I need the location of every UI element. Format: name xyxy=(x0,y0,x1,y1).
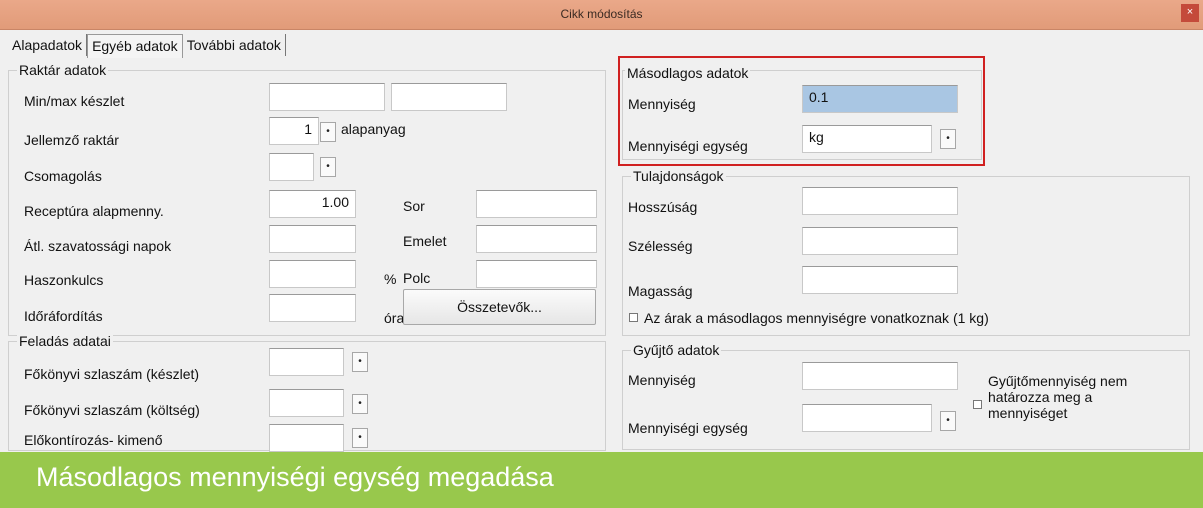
gyujto-egyseg-label: Mennyiségi egység xyxy=(628,420,748,436)
szelesseg-label: Szélesség xyxy=(628,238,693,254)
gyujto-mennyiseg-input[interactable] xyxy=(802,362,958,390)
feladas-group-label: Feladás adatai xyxy=(17,333,113,349)
receptura-label: Receptúra alapmenny. xyxy=(24,203,164,219)
csomagolas-dropdown-icon[interactable]: • xyxy=(320,157,336,177)
fokonyvi-keszlet-input[interactable] xyxy=(269,348,344,376)
magassag-label: Magasság xyxy=(628,283,693,299)
haszonkulcs-label: Haszonkulcs xyxy=(24,272,104,288)
gyujto-mennyiseg-label: Mennyiség xyxy=(628,372,696,388)
haszonkulcs-unit: % xyxy=(384,271,397,287)
emelet-input[interactable] xyxy=(476,225,597,253)
gyujto-group-label: Gyűjtő adatok xyxy=(631,342,722,358)
polc-label: Polc xyxy=(403,270,431,286)
tab-alapadatok[interactable]: Alapadatok xyxy=(8,34,88,56)
gyujto-egyseg-input[interactable] xyxy=(802,404,932,432)
idoraforditas-unit: óra xyxy=(384,310,405,326)
arak-masodlagos-label: Az árak a másodlagos mennyiségre vonatko… xyxy=(644,310,989,326)
polc-input[interactable] xyxy=(476,260,597,288)
jellemzo-raktar-input[interactable]: 1 xyxy=(269,117,319,145)
gyujto-egyseg-dropdown-icon[interactable]: • xyxy=(940,411,956,431)
tab-tovabbi-adatok[interactable]: További adatok xyxy=(183,34,286,56)
gyujto-mennyiseg-checkbox[interactable] xyxy=(973,400,982,409)
elokontirozas-input[interactable] xyxy=(269,424,344,452)
title-bar: Cikk módosítás × xyxy=(0,0,1203,30)
osszetevok-button[interactable]: Összetevők... xyxy=(403,289,596,325)
jellemzo-raktar-name: alapanyag xyxy=(341,121,406,137)
tab-bar: Alapadatok Egyéb adatok További adatok xyxy=(8,34,286,58)
hosszusag-label: Hosszúság xyxy=(628,199,698,215)
arak-masodlagos-checkbox[interactable] xyxy=(629,313,638,322)
close-icon[interactable]: × xyxy=(1181,4,1199,22)
elokontirozas-dropdown-icon[interactable]: • xyxy=(352,428,368,448)
fokonyvi-koltseg-dropdown-icon[interactable]: • xyxy=(352,394,368,414)
idoraforditas-input[interactable] xyxy=(269,294,356,322)
sor-label: Sor xyxy=(403,198,425,214)
atl-szavatossag-label: Átl. szavatossági napok xyxy=(24,238,172,254)
jellemzo-raktar-dropdown-icon[interactable]: • xyxy=(320,122,336,142)
receptura-input[interactable]: 1.00 xyxy=(269,190,356,218)
csomagolas-label: Csomagolás xyxy=(24,168,102,184)
window-title: Cikk módosítás xyxy=(560,7,643,21)
minmax-label: Min/max készlet xyxy=(24,93,125,109)
highlight-frame xyxy=(618,56,985,166)
raktar-group-label: Raktár adatok xyxy=(17,62,109,78)
gyujto-checkbox-label-3: mennyiséget xyxy=(988,405,1068,421)
magassag-input[interactable] xyxy=(802,266,958,294)
hosszusag-input[interactable] xyxy=(802,187,958,215)
elokontirozas-label: Előkontírozás- kimenő xyxy=(24,432,163,448)
min-keszlet-input[interactable] xyxy=(269,83,385,111)
caption-banner: Másodlagos mennyiségi egység megadása xyxy=(0,452,1203,508)
caption-text: Másodlagos mennyiségi egység megadása xyxy=(36,462,554,492)
sor-input[interactable] xyxy=(476,190,597,218)
idoraforditas-label: Időráfordítás xyxy=(24,308,103,324)
atl-szavatossag-input[interactable] xyxy=(269,225,356,253)
tab-egyeb-adatok[interactable]: Egyéb adatok xyxy=(87,34,183,58)
fokonyvi-koltseg-label: Főkönyvi szlaszám (költség) xyxy=(24,402,200,418)
szelesseg-input[interactable] xyxy=(802,227,958,255)
fokonyvi-koltseg-input[interactable] xyxy=(269,389,344,417)
jellemzo-raktar-label: Jellemző raktár xyxy=(24,132,119,148)
gyujto-checkbox-label-2: határozza meg a xyxy=(988,389,1093,405)
fokonyvi-keszlet-label: Főkönyvi szlaszám (készlet) xyxy=(24,366,200,382)
gyujto-checkbox-label-1: Gyűjtőmennyiség nem xyxy=(988,373,1128,389)
fokonyvi-keszlet-dropdown-icon[interactable]: • xyxy=(352,352,368,372)
haszonkulcs-input[interactable] xyxy=(269,260,356,288)
max-keszlet-input[interactable] xyxy=(391,83,507,111)
tulajdonsagok-group-label: Tulajdonságok xyxy=(631,168,726,184)
emelet-label: Emelet xyxy=(403,233,447,249)
csomagolas-input[interactable] xyxy=(269,153,314,181)
